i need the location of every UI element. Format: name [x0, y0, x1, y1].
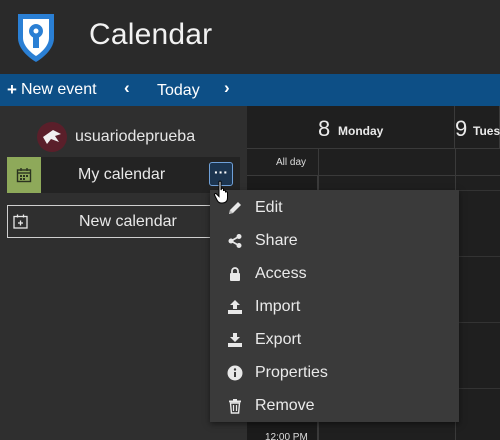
menu-item-label: Remove [255, 397, 315, 414]
day-header-tuesday[interactable]: 9 Tues [455, 106, 500, 148]
upload-icon [226, 298, 244, 316]
menu-item-label: Edit [255, 199, 283, 216]
menu-item-label: Export [255, 331, 302, 348]
calendar-color-swatch[interactable] [7, 157, 41, 193]
day-number: 8 [318, 116, 331, 141]
menu-item-label: Properties [255, 364, 328, 381]
app-window: Calendar + New event ‹ Today › usuariode… [0, 0, 500, 440]
username: usuariodeprueba [75, 128, 196, 145]
menu-item-properties[interactable]: Properties [210, 356, 459, 389]
calendar-name: My calendar [78, 166, 166, 183]
info-icon [226, 364, 244, 382]
day-number: 9 [455, 116, 468, 141]
menu-item-import[interactable]: Import [210, 290, 459, 323]
menu-item-label: Share [255, 232, 298, 249]
app-title: Calendar [89, 18, 213, 51]
day-header-monday[interactable]: 8 Monday [247, 106, 455, 148]
chevron-left-icon[interactable]: ‹ [124, 78, 130, 98]
toolbar: + New event ‹ Today › [0, 74, 500, 106]
lock-icon [226, 265, 244, 283]
new-calendar-label: New calendar [79, 213, 177, 230]
menu-item-label: Access [255, 265, 307, 282]
allday-row[interactable]: All day [247, 148, 500, 176]
shield-key-icon [18, 14, 54, 62]
new-event-label: New event [20, 81, 97, 98]
today-button[interactable]: Today [157, 82, 200, 100]
new-calendar-button[interactable]: New calendar [7, 205, 240, 238]
chevron-right-icon[interactable]: › [224, 78, 230, 98]
calendar-item-my-calendar[interactable]: My calendar ··· [7, 157, 240, 193]
app-header: Calendar [0, 0, 500, 74]
time-label: 12:00 PM [265, 432, 308, 440]
day-name: Tues [473, 124, 500, 138]
share-icon [226, 232, 244, 250]
menu-item-share[interactable]: Share [210, 224, 459, 257]
menu-item-export[interactable]: Export [210, 323, 459, 356]
menu-item-access[interactable]: Access [210, 257, 459, 290]
menu-item-label: Import [255, 298, 301, 315]
download-icon [226, 331, 244, 349]
allday-label: All day [276, 157, 307, 168]
trash-icon [226, 397, 244, 415]
menu-item-remove[interactable]: Remove [210, 389, 459, 422]
day-name: Monday [338, 124, 384, 138]
avatar [37, 122, 67, 152]
user-info: usuariodeprueba [37, 122, 195, 152]
hand-cursor-icon [213, 180, 228, 204]
new-event-button[interactable]: + New event [7, 80, 97, 100]
calendar-plus-icon [13, 214, 28, 229]
plus-icon: + [7, 80, 17, 99]
calendar-icon [16, 168, 32, 183]
menu-item-edit[interactable]: Edit [210, 191, 459, 224]
calendar-options-menu: Edit Share Access Import Export Properti… [210, 190, 459, 422]
